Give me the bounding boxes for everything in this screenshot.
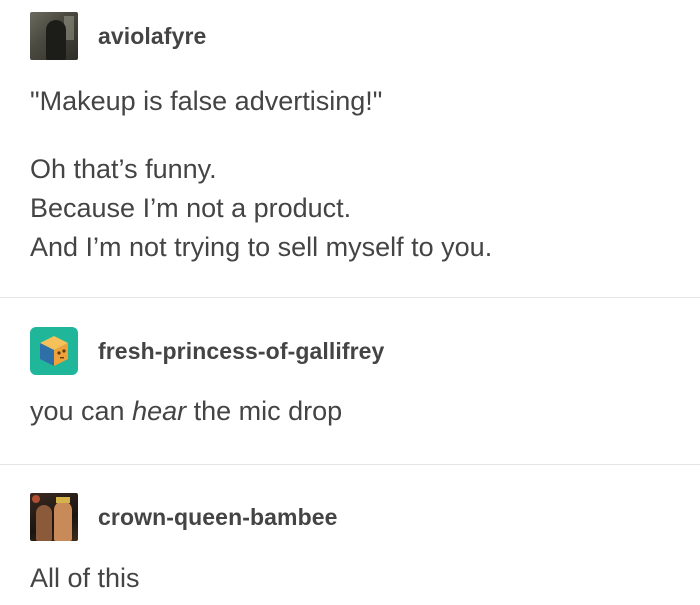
post-text-part: you can	[30, 396, 133, 426]
post-text: Oh that’s funny. Because I’m not a produ…	[30, 150, 680, 267]
post-text-emphasis: hear	[132, 396, 187, 426]
user-avatar-icon[interactable]	[30, 12, 78, 60]
cube-avatar-icon[interactable]	[30, 327, 78, 375]
post-aviolafyre: aviolafyre "Makeup is false advertising!…	[0, 0, 700, 298]
post-quote: "Makeup is false advertising!"	[30, 86, 383, 116]
post-header: aviolafyre	[30, 12, 206, 60]
username-link[interactable]: fresh-princess-of-gallifrey	[98, 338, 384, 365]
post-header: crown-queen-bambee	[30, 493, 338, 541]
username-link[interactable]: crown-queen-bambee	[98, 504, 338, 531]
user-avatar-icon[interactable]	[30, 493, 78, 541]
post-line: Because I’m not a product.	[30, 193, 352, 223]
post-text: All of this	[30, 563, 140, 593]
post-crown-queen-bambee: crown-queen-bambee All of this	[0, 465, 700, 605]
post-line: Oh that’s funny.	[30, 154, 217, 184]
post-line: And I’m not trying to sell myself to you…	[30, 232, 493, 262]
username-link[interactable]: aviolafyre	[98, 23, 206, 50]
post-header: fresh-princess-of-gallifrey	[30, 327, 384, 375]
post-text: you can hear the mic drop	[30, 392, 680, 431]
post-fresh-princess-of-gallifrey: fresh-princess-of-gallifrey you can hear…	[0, 298, 700, 465]
post-text-part: the mic drop	[186, 396, 343, 426]
